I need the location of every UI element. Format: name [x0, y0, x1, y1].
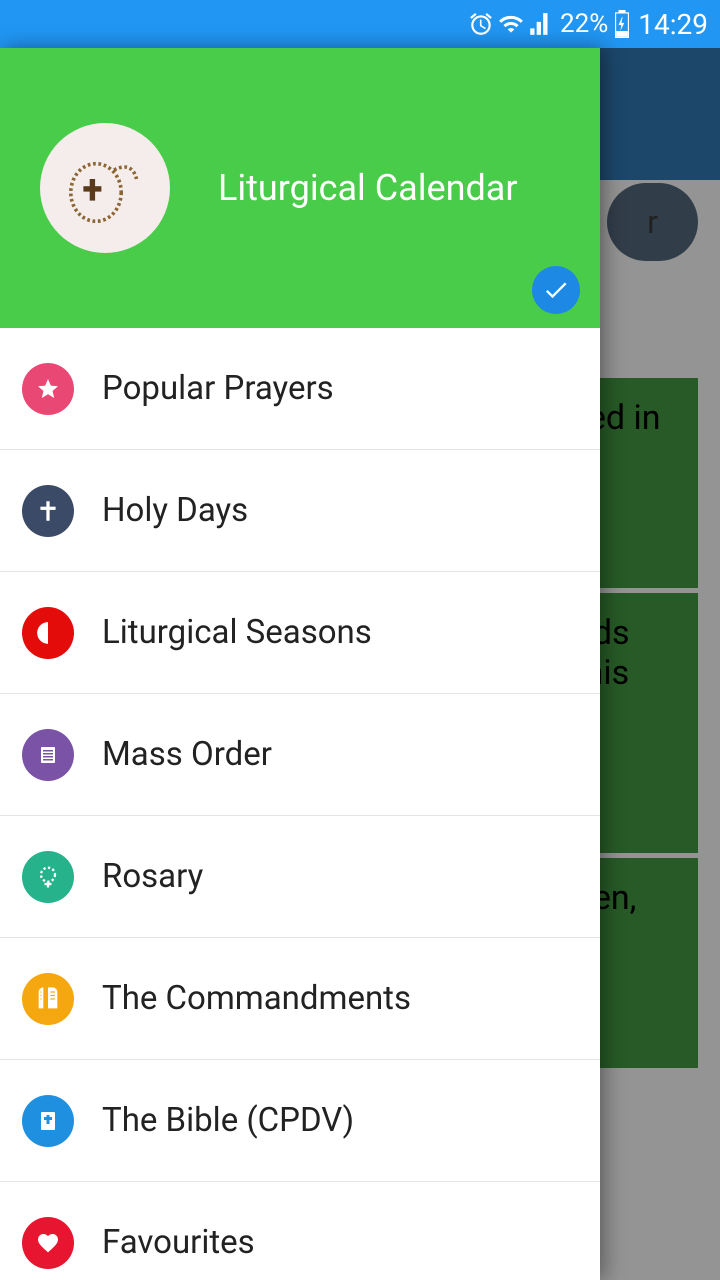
drawer-item-the-bible-cpdv-[interactable]: The Bible (CPDV): [0, 1060, 600, 1182]
drawer-item-label: Liturgical Seasons: [102, 613, 372, 652]
drawer-item-label: Mass Order: [102, 735, 272, 774]
wifi-icon: [498, 11, 524, 37]
drawer-item-the-commandments[interactable]: The Commandments: [0, 938, 600, 1060]
drawer-item-label: The Commandments: [102, 979, 411, 1018]
status-bar: 22% 14:29: [0, 0, 720, 48]
check-badge-icon[interactable]: [532, 266, 580, 314]
tablets-icon: [22, 973, 74, 1025]
drawer-item-rosary[interactable]: Rosary: [0, 816, 600, 938]
status-time: 14:29: [638, 8, 708, 41]
cellular-signal-icon: [528, 11, 554, 37]
drawer-item-holy-days[interactable]: Holy Days: [0, 450, 600, 572]
cross-icon: [22, 485, 74, 537]
star-icon: [22, 363, 74, 415]
drawer-item-label: Rosary: [102, 857, 203, 896]
drawer-title: Liturgical Calendar: [218, 167, 518, 209]
rosary-icon: [22, 851, 74, 903]
drawer-item-popular-prayers[interactable]: Popular Prayers: [0, 328, 600, 450]
drawer-list: Popular Prayers Holy Days Liturgical Seaso…: [0, 328, 600, 1280]
drawer-item-label: The Bible (CPDV): [102, 1101, 354, 1140]
doc-icon: [22, 729, 74, 781]
drawer-item-favourites[interactable]: Favourites: [0, 1182, 600, 1280]
battery-percentage: 22%: [560, 9, 608, 39]
heart-icon: [22, 1217, 74, 1269]
drawer-item-label: Favourites: [102, 1223, 255, 1262]
drawer-item-label: Holy Days: [102, 491, 248, 530]
bible-icon: [22, 1095, 74, 1147]
drawer-header: Liturgical Calendar: [0, 48, 600, 328]
moon-icon: [22, 607, 74, 659]
app-avatar: [40, 123, 170, 253]
drawer-item-label: Popular Prayers: [102, 369, 334, 408]
drawer-item-mass-order[interactable]: Mass Order: [0, 694, 600, 816]
drawer-item-liturgical-seasons[interactable]: Liturgical Seasons: [0, 572, 600, 694]
navigation-drawer: Liturgical Calendar Popular Prayers Holy …: [0, 48, 600, 1280]
alarm-icon: [468, 11, 494, 37]
battery-charging-icon: [614, 10, 630, 38]
